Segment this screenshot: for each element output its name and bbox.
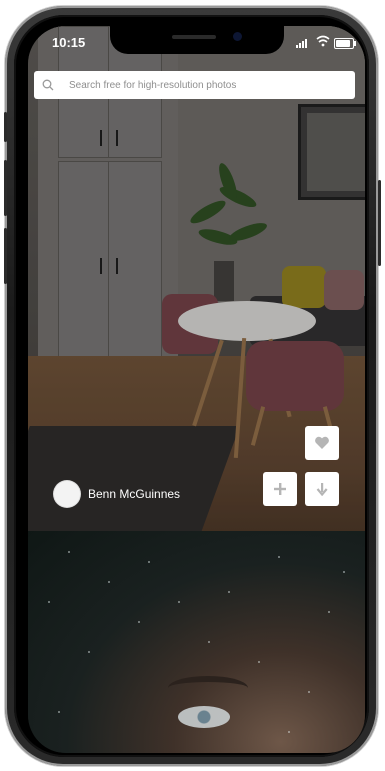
- volume-up-button: [4, 160, 7, 216]
- search-input[interactable]: Search free for high-resolution photos: [69, 80, 236, 91]
- photo-card-portrait[interactable]: [28, 531, 365, 753]
- battery-level: [336, 40, 350, 47]
- author-name[interactable]: Benn McGuinnes: [88, 487, 180, 501]
- like-button[interactable]: [305, 426, 339, 460]
- speaker-grille: [172, 35, 216, 39]
- status-bar: 10:15: [28, 26, 365, 66]
- front-camera: [233, 32, 242, 41]
- volume-down-button: [4, 228, 7, 284]
- search-bar[interactable]: Search free for high-resolution photos: [34, 71, 355, 99]
- status-time: 10:15: [52, 35, 86, 50]
- battery-icon: [334, 38, 356, 49]
- wifi-icon: [316, 35, 330, 47]
- mute-switch: [4, 112, 7, 142]
- search-icon: [42, 79, 54, 91]
- download-button[interactable]: [305, 472, 339, 506]
- heart-icon: [315, 436, 329, 449]
- screen: 10:15 Search free for high-resolution ph…: [28, 26, 365, 753]
- photo-eyebrow: [168, 676, 248, 700]
- power-button: [378, 180, 381, 266]
- cellular-signal-icon: [296, 38, 312, 48]
- arrow-down-icon: [316, 483, 328, 496]
- plus-icon: [274, 483, 286, 495]
- photo-author[interactable]: Benn McGuinnes: [54, 481, 180, 507]
- photo-eye: [178, 706, 230, 728]
- notch: [110, 26, 284, 54]
- avatar[interactable]: [54, 481, 80, 507]
- add-to-collection-button[interactable]: [263, 472, 297, 506]
